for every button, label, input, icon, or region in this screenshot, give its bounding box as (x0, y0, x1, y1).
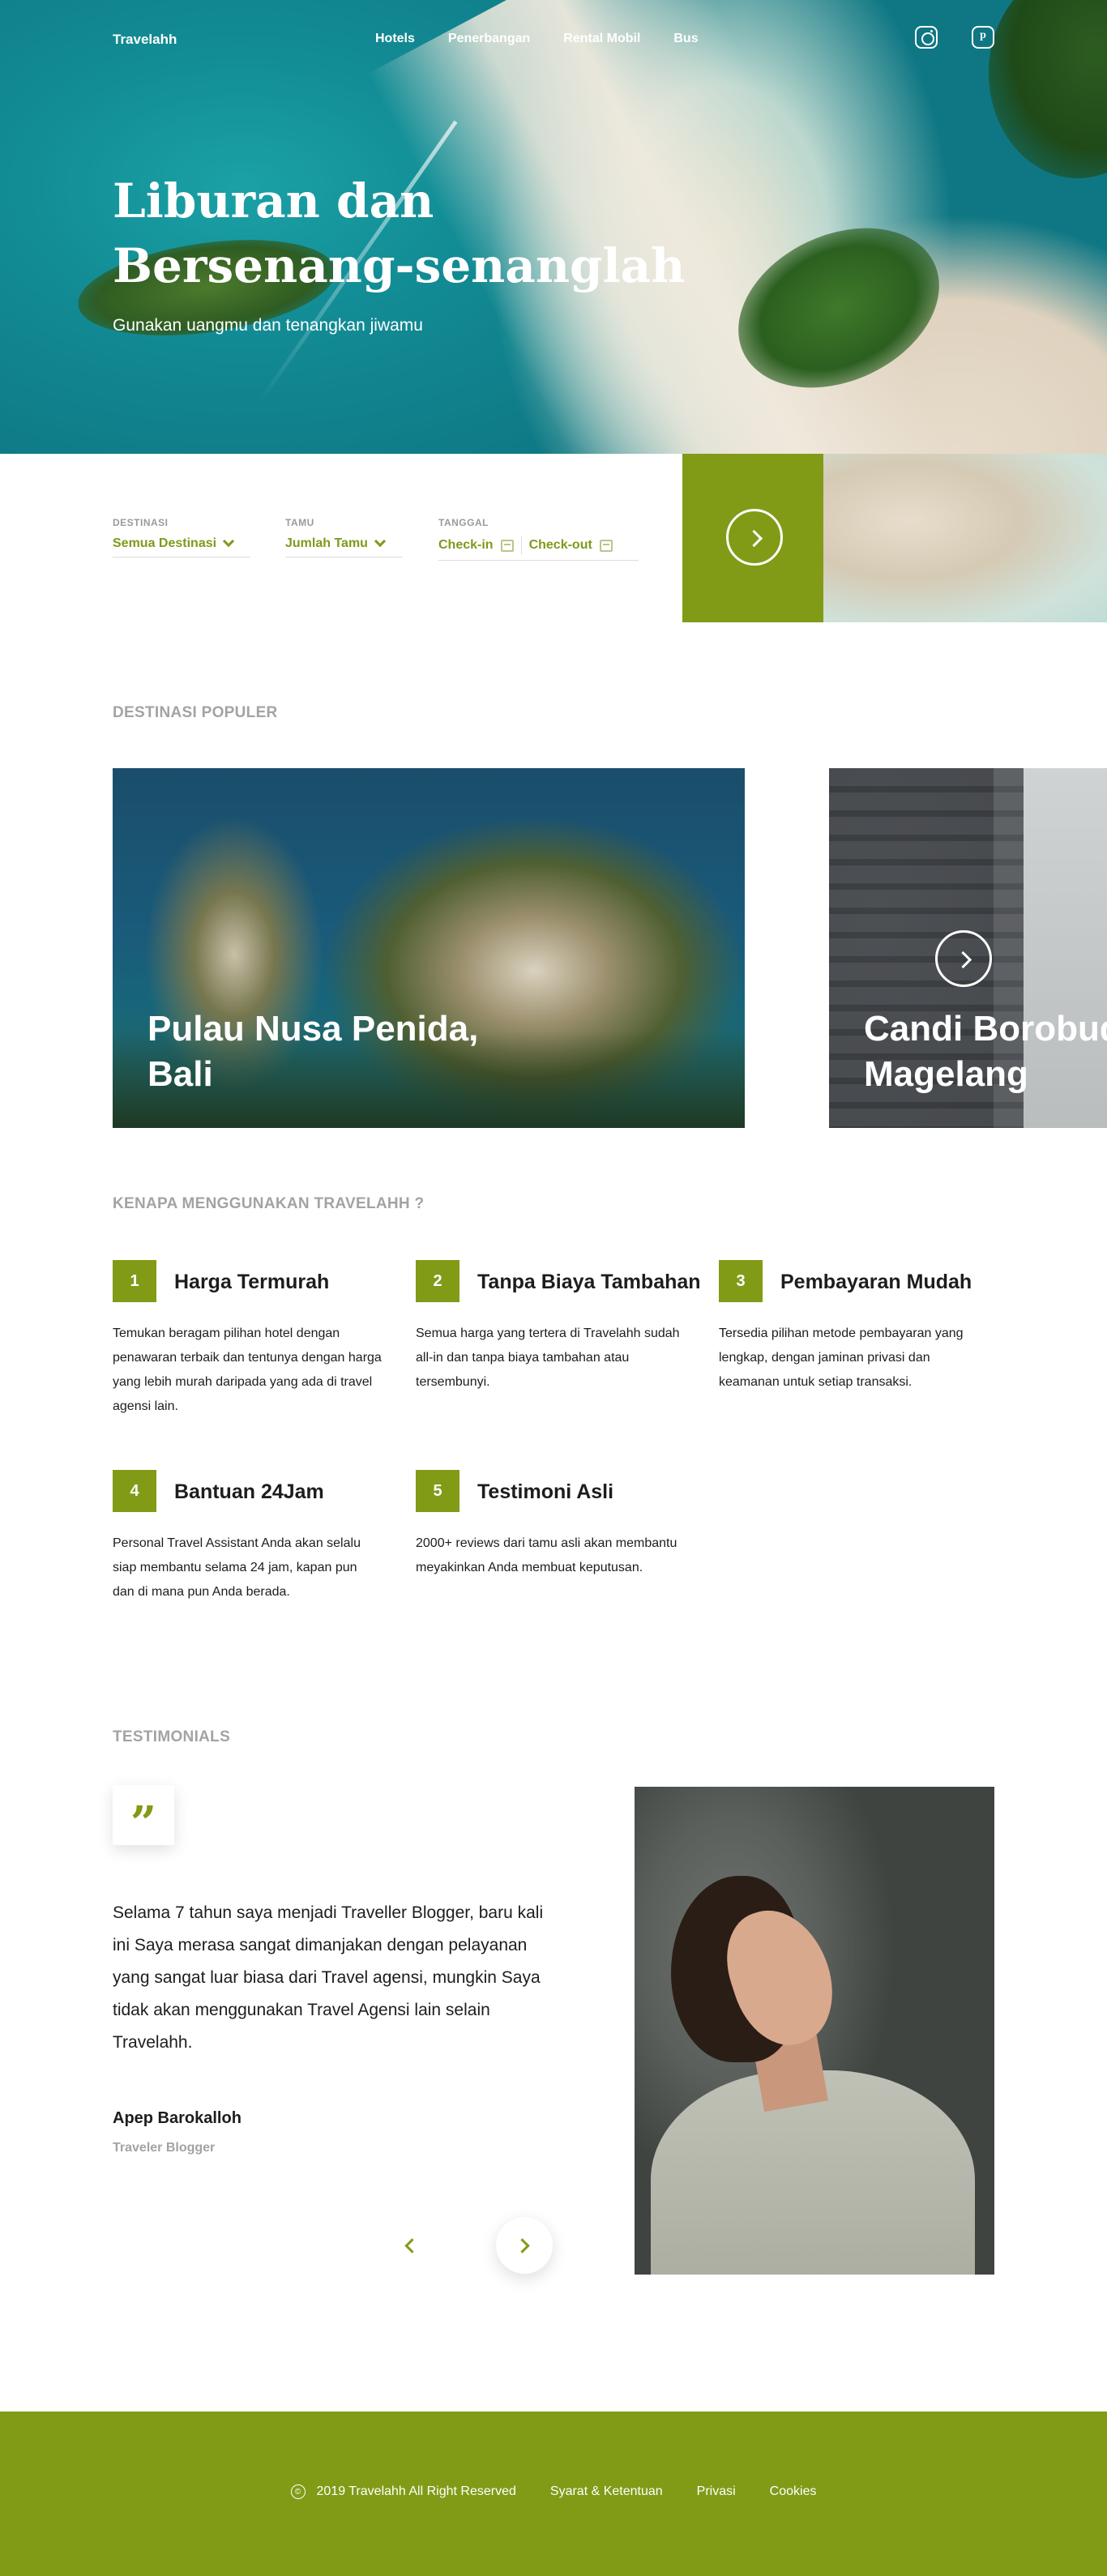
destinasi-field: DESTINASI Semua Destinasi (113, 517, 250, 557)
top-navbar: Travelahh Hotels Penerbangan Rental Mobi… (0, 0, 1107, 78)
checkout-input[interactable]: Check-out (529, 538, 592, 553)
testimonial-photo (635, 1787, 994, 2275)
footer-link-privacy[interactable]: Privasi (697, 2484, 736, 2499)
date-divider (520, 536, 522, 554)
tamu-field: TAMU Jumlah Tamu (285, 517, 403, 557)
tamu-select[interactable]: Jumlah Tamu (285, 535, 403, 557)
hero-image-lower (823, 454, 1107, 622)
testimonial-next-button[interactable] (496, 2217, 553, 2274)
chevron-down-icon (374, 535, 387, 548)
destinasi-value: Semua Destinasi (113, 536, 217, 550)
copyright: © 2019 Travelahh All Right Reserved (290, 2484, 516, 2499)
feature-number: 1 (113, 1260, 156, 1302)
calendar-icon[interactable] (500, 539, 514, 552)
destination-name: Candi Borobudur, Magelang (864, 1009, 1107, 1094)
tanggal-label: TANGGAL (438, 517, 489, 528)
testimonial-text: Selama 7 tahun saya menjadi Traveller Bl… (113, 1903, 544, 2052)
feature-description: 2000+ reviews dari tamu asli akan memban… (416, 1536, 677, 1574)
search-submit-button[interactable] (726, 509, 783, 566)
footer: © 2019 Travelahh All Right Reserved Syar… (0, 2412, 1107, 2576)
section-heading-destinasi: DESTINASI POPULER (113, 704, 278, 721)
quote-icon: ” (113, 1785, 174, 1850)
testimonial-prev-button[interactable] (397, 2232, 421, 2257)
testimonial-author: Apep Barokalloh (113, 2109, 241, 2127)
feature-number: 3 (719, 1260, 763, 1302)
checkin-input[interactable]: Check-in (438, 538, 494, 553)
copyright-text: 2019 Travelahh All Right Reserved (316, 2484, 516, 2498)
calendar-icon[interactable] (599, 539, 613, 552)
menu-item-bus[interactable]: Bus (673, 32, 698, 46)
copyright-icon: © (290, 2484, 306, 2499)
destination-card[interactable]: Candi Borobudur, Magelang (829, 768, 1107, 1128)
feature-description: Personal Travel Assistant Anda akan sela… (113, 1536, 361, 1599)
testimonial-role: Traveler Blogger (113, 2141, 216, 2155)
feature-number: 4 (113, 1470, 156, 1512)
footer-row: © 2019 Travelahh All Right Reserved Syar… (0, 2484, 1107, 2499)
tamu-value: Jumlah Tamu (285, 536, 368, 550)
destinasi-select[interactable]: Semua Destinasi (113, 535, 250, 557)
section-heading-testimonials: TESTIMONIALS (113, 1728, 231, 1745)
feature-title: Pembayaran Mudah (780, 1271, 972, 1293)
feature-number: 5 (416, 1470, 459, 1512)
instagram-icon[interactable] (915, 26, 938, 49)
feature-description: Semua harga yang tertera di Travelahh su… (416, 1326, 680, 1389)
destination-name: Pulau Nusa Penida, Bali (147, 1009, 479, 1094)
feature-title: Testimoni Asli (477, 1480, 614, 1503)
feature-title: Harga Termurah (174, 1271, 330, 1293)
footer-link-cookies[interactable]: Cookies (770, 2484, 817, 2499)
search-submit-panel (682, 454, 823, 622)
feature-title: Bantuan 24Jam (174, 1480, 324, 1503)
feature-description: Tersedia pilihan metode pembayaran yang … (719, 1326, 964, 1389)
destination-card[interactable]: Pulau Nusa Penida, Bali (113, 768, 745, 1128)
pinterest-icon[interactable]: p (972, 26, 994, 49)
section-heading-why: KENAPA MENGGUNAKAN TRAVELAHH ? (113, 1195, 425, 1212)
main-menu: Hotels Penerbangan Rental Mobil Bus (375, 32, 699, 46)
menu-item-hotels[interactable]: Hotels (375, 32, 415, 46)
tamu-label: TAMU (285, 517, 314, 528)
menu-item-rental-mobil[interactable]: Rental Mobil (563, 32, 640, 46)
hero-subtitle: Gunakan uangmu dan tenangkan jiwamu (113, 316, 423, 335)
feature-description: Temukan beragam pilihan hotel dengan pen… (113, 1326, 382, 1413)
carousel-next-button[interactable] (935, 930, 992, 987)
menu-item-penerbangan[interactable]: Penerbangan (448, 32, 530, 46)
feature-number: 2 (416, 1260, 459, 1302)
destinasi-label: DESTINASI (113, 517, 169, 528)
footer-link-terms[interactable]: Syarat & Ketentuan (550, 2484, 663, 2499)
date-range: Check-in Check-out (438, 536, 639, 561)
hero-title: Liburan dan Bersenang-senanglah (113, 173, 686, 293)
feature-title: Tanpa Biaya Tambahan (477, 1271, 701, 1293)
tanggal-field: TANGGAL Check-in Check-out (438, 517, 639, 561)
chevron-down-icon (222, 535, 235, 548)
brand-logo[interactable]: Travelahh (113, 32, 177, 48)
